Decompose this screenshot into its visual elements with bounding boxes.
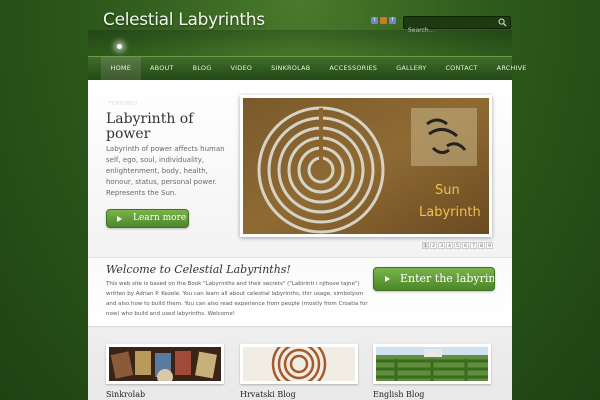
nav-video[interactable]: VIDEO: [221, 57, 262, 81]
main-navigation: HOME ABOUT BLOG VIDEO SINKROLAB ACCESSOR…: [88, 56, 526, 81]
tarot-cards-image: [109, 347, 221, 385]
slide-pager: 1 2 3 4 5 6 7 8 9: [422, 242, 493, 249]
slide-caption-labyrinth: Labyrinth: [419, 205, 481, 220]
pager-2[interactable]: 2: [430, 242, 437, 249]
nav-gallery[interactable]: GALLERY: [387, 57, 436, 81]
search-box: [403, 16, 511, 36]
thumbnail-hrvatski-blog[interactable]: [240, 336, 358, 392]
pager-7[interactable]: 7: [470, 242, 477, 249]
sun-labyrinth-image: Sun Labyrinth: [243, 98, 489, 234]
thumbnail-sinkrolab[interactable]: [106, 344, 224, 385]
featured-description: Labyrinth of power affects human self, e…: [106, 145, 225, 197]
social-icons: t f: [371, 17, 396, 24]
play-arrow-icon: [385, 276, 390, 282]
header-shadow: [88, 30, 512, 52]
pager-4[interactable]: 4: [446, 242, 453, 249]
pager-5[interactable]: 5: [454, 242, 461, 249]
featured-title[interactable]: Labyrinth of power: [106, 112, 236, 142]
hedge-maze-image: [376, 347, 488, 381]
nav-about[interactable]: ABOUT: [141, 57, 184, 81]
learn-more-button[interactable]: Learn more: [106, 209, 189, 228]
pager-3[interactable]: 3: [438, 242, 445, 249]
featured-slide-image[interactable]: Sun Labyrinth: [240, 95, 492, 237]
pager-8[interactable]: 8: [478, 242, 485, 249]
welcome-title: Welcome to Celestial Labyrinths!: [106, 263, 291, 276]
nav-contact[interactable]: CONTACT: [436, 57, 487, 81]
slide-caption-sun: Sun: [435, 183, 460, 198]
nav-home[interactable]: HOME: [101, 57, 141, 81]
welcome-text: This web site is based on the Book "Laby…: [106, 281, 368, 317]
facebook-icon[interactable]: f: [389, 17, 396, 24]
rss-icon[interactable]: [380, 17, 387, 24]
enter-labyrinth-label: Enter the labyrinth: [400, 272, 495, 285]
thumbnail-english-blog[interactable]: [373, 344, 491, 384]
pager-6[interactable]: 6: [462, 242, 469, 249]
thumbnail-label-english-blog[interactable]: English Blog: [373, 390, 424, 399]
content-area: FEATURED Labyrinth of power Labyrinth of…: [88, 80, 512, 400]
nav-accessories[interactable]: ACCESSORIES: [320, 57, 387, 81]
enter-labyrinth-button[interactable]: Enter the labyrinth: [373, 267, 495, 291]
thumbnail-label-hrvatski-blog[interactable]: Hrvatski Blog: [240, 390, 296, 399]
nav-sinkrolab[interactable]: SINKROLAB: [262, 57, 320, 81]
site-logo[interactable]: Celestial Labyrinths: [103, 10, 265, 30]
pager-9[interactable]: 9: [486, 242, 493, 249]
featured-tab-label: FEATURED: [109, 101, 138, 107]
light-glow-decoration: [117, 44, 122, 49]
play-arrow-icon: [117, 216, 122, 222]
twitter-icon[interactable]: t: [371, 17, 378, 24]
thumbnail-label-sinkrolab[interactable]: Sinkrolab: [106, 390, 145, 399]
pager-1[interactable]: 1: [422, 242, 429, 249]
learn-more-label: Learn more: [133, 213, 187, 223]
nav-blog[interactable]: BLOG: [183, 57, 221, 81]
clay-labyrinth-image: [243, 336, 355, 392]
search-icon[interactable]: [498, 18, 507, 27]
nav-archive[interactable]: ARCHIVE: [487, 57, 536, 81]
